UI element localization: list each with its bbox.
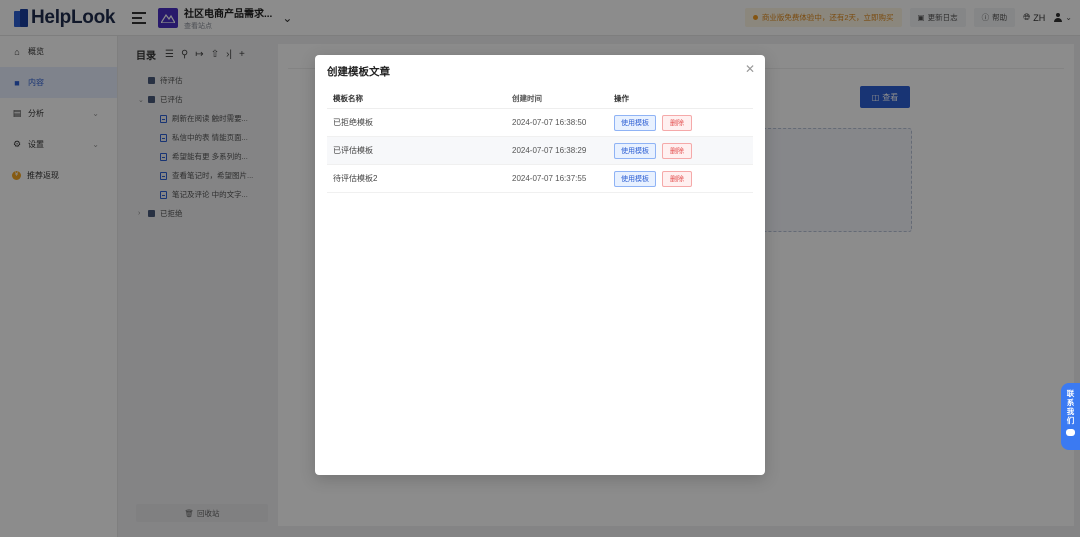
template-name: 已拒绝模板 — [333, 118, 373, 127]
row-actions: 使用模板 删除 — [614, 142, 692, 159]
template-time: 2024-07-07 16:38:50 — [512, 118, 587, 127]
delete-button[interactable]: 删除 — [662, 114, 692, 131]
delete-button[interactable]: 删除 — [662, 170, 692, 187]
delete-button[interactable]: 删除 — [662, 142, 692, 159]
use-template-button[interactable]: 使用模板 — [614, 142, 656, 159]
close-icon[interactable]: ✕ — [745, 62, 755, 76]
template-time: 2024-07-07 16:38:29 — [512, 146, 587, 155]
template-name: 待评估模板2 — [333, 174, 378, 183]
header-time: 创建时间 — [512, 94, 542, 103]
table-row: 已拒绝模板 2024-07-07 16:38:50 使用模板 删除 — [327, 109, 753, 137]
table-row: 待评估模板2 2024-07-07 16:37:55 使用模板 删除 — [327, 165, 753, 193]
create-template-modal: 创建模板文章 ✕ 模板名称 创建时间 操作 已拒绝模板 2024-07-07 1… — [315, 55, 765, 475]
use-template-button[interactable]: 使用模板 — [614, 114, 656, 131]
contact-us-button[interactable]: 联系我们 — [1061, 383, 1080, 450]
chat-icon — [1066, 429, 1075, 436]
row-actions: 使用模板 删除 — [614, 170, 692, 187]
modal-title: 创建模板文章 — [327, 66, 390, 78]
row-actions: 使用模板 删除 — [614, 114, 692, 131]
header-ops: 操作 — [614, 94, 629, 103]
template-table: 模板名称 创建时间 操作 已拒绝模板 2024-07-07 16:38:50 使… — [327, 89, 753, 193]
template-time: 2024-07-07 16:37:55 — [512, 174, 587, 183]
table-row: 已评估模板 2024-07-07 16:38:29 使用模板 删除 — [327, 137, 753, 165]
template-name: 已评估模板 — [333, 146, 373, 155]
use-template-button[interactable]: 使用模板 — [614, 170, 656, 187]
header-name: 模板名称 — [333, 94, 363, 103]
table-header: 模板名称 创建时间 操作 — [327, 89, 753, 109]
contact-us-label: 联系我们 — [1066, 389, 1075, 425]
